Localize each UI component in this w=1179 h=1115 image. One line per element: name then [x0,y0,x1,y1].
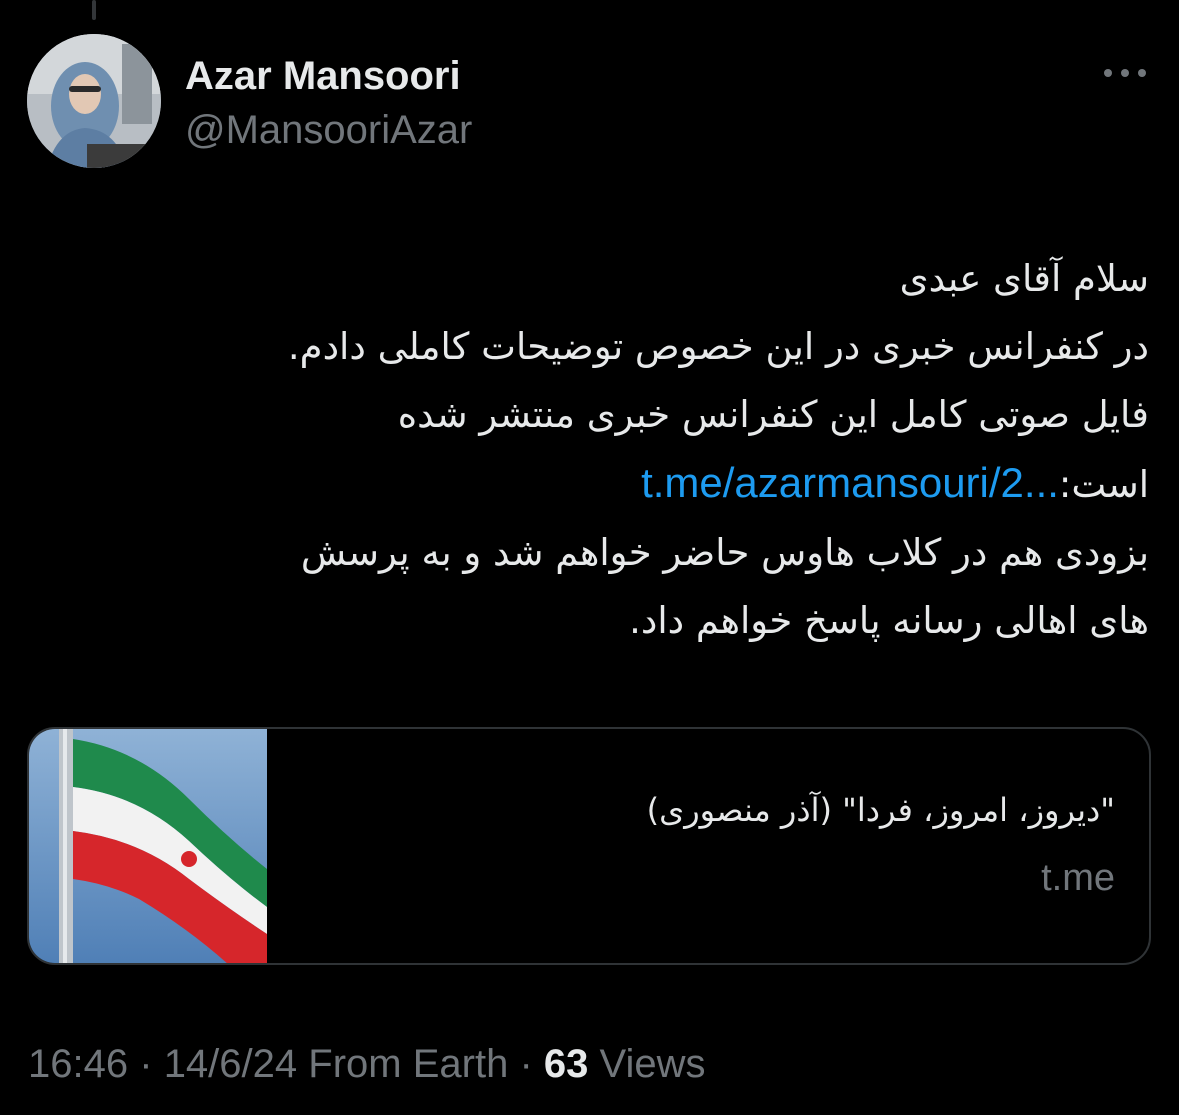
tweet-source: From Earth [308,1042,509,1086]
tweet-line-prefix: است: [1058,463,1149,506]
meta-separator: · [519,1042,533,1086]
thread-connector-line [92,0,96,20]
tweet-line: های اهالی رسانه پاسخ خواهم داد. [629,599,1149,642]
author-display-name[interactable]: Azar Mansoori [185,52,461,100]
tweet-body: سلام آقای عبدی در کنفرانس خبری در این خص… [29,245,1149,655]
views-count[interactable]: 63 [544,1042,589,1086]
meta-separator: · [139,1042,153,1086]
card-domain: t.me [1041,857,1115,899]
more-dots-icon [1104,69,1146,77]
tweet-time[interactable]: 16:46 [28,1042,128,1086]
views-label[interactable]: Views [600,1042,706,1086]
tweet-line: سلام آقای عبدی [899,257,1149,300]
tweet-link[interactable]: t.me/azarmansouri/2... [641,459,1059,506]
tweet-line: در کنفرانس خبری در این خصوص توضیحات کامل… [287,325,1149,368]
author-handle[interactable]: @MansooriAzar [185,106,472,154]
user-photo-avatar-icon [27,34,161,168]
link-preview-card[interactable]: "دیروز، امروز، فردا" (آذر منصوری) t.me [27,727,1151,965]
tweet-line: فایل صوتی کامل این کنفرانس خبری منتشر شد… [397,393,1149,436]
tweet-line-with-link: است:t.me/azarmansouri/2... [29,449,1149,519]
iran-flag-image-icon [29,729,267,963]
tweet-date[interactable]: 14/6/24 [164,1042,297,1086]
card-thumbnail [29,729,267,963]
more-options-button[interactable] [1100,56,1150,90]
tweet-line: بزودی هم در کلاب هاوس حاضر خواهم شد و به… [300,531,1149,574]
card-title: "دیروز، امروز، فردا" (آذر منصوری) [646,791,1115,829]
avatar[interactable] [27,34,161,168]
tweet-meta: 16:46 · 14/6/24 From Earth · 63 Views [28,1040,706,1088]
